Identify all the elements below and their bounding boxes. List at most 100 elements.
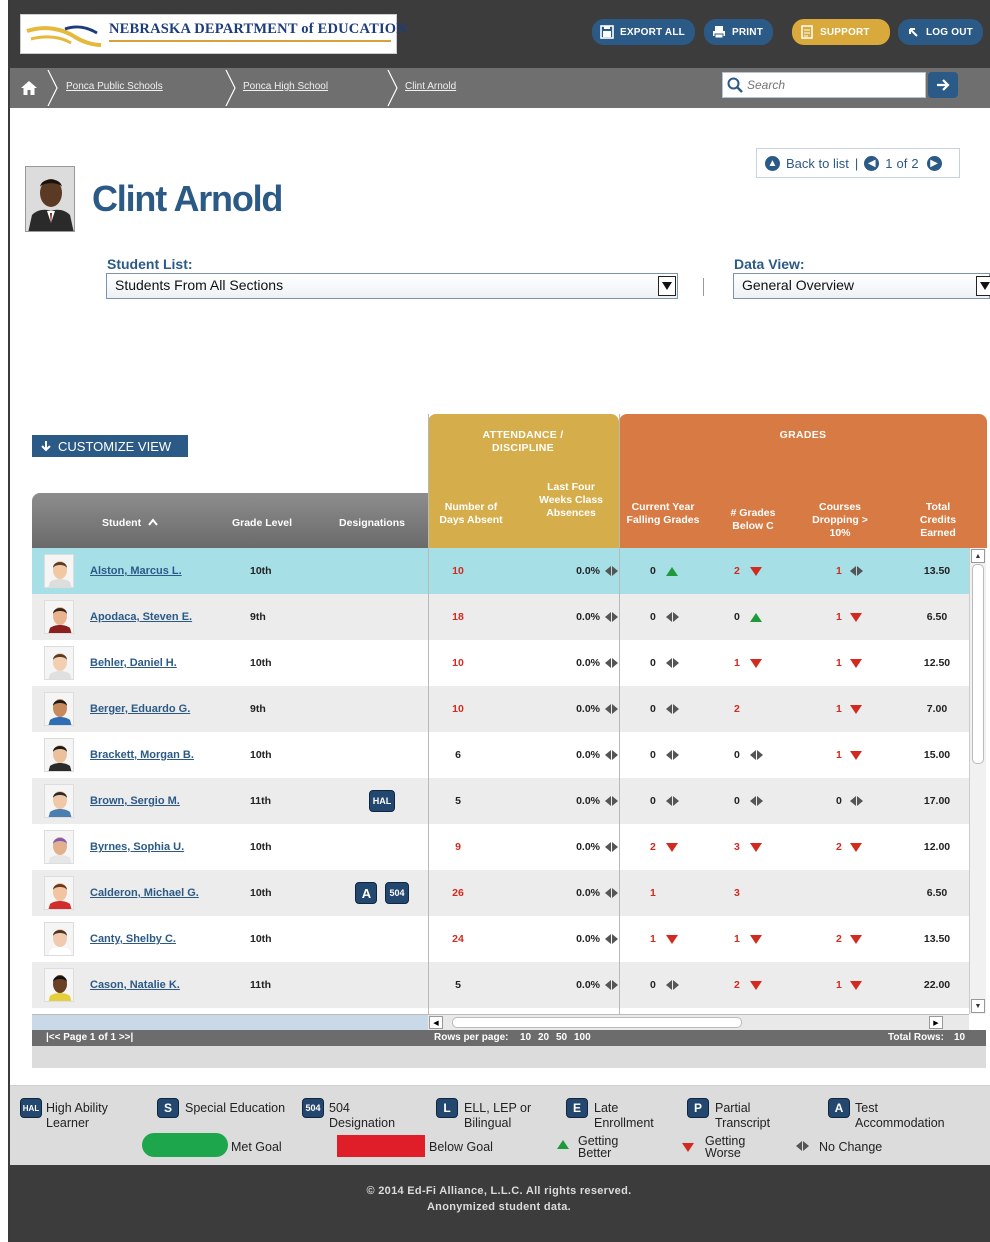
table-row[interactable]: Byrnes, Sophia U. 10th 9 0.0% 2 3 2 12.00: [32, 824, 969, 870]
below-c-cell-value: 3: [734, 887, 740, 899]
designation-badge[interactable]: HAL: [368, 790, 396, 812]
trend-down-icon: [849, 750, 862, 760]
column-header-courses-dropping[interactable]: Courses Dropping > 10%: [806, 501, 874, 540]
class-absences-cell-value: 0.0%: [576, 611, 600, 623]
column-header-days-absent[interactable]: Number of Days Absent: [438, 501, 504, 527]
column-header-class-absences[interactable]: Last Four Weeks Class Absences: [538, 481, 604, 520]
designations-cell: HAL: [332, 778, 432, 824]
back-to-list-link[interactable]: Back to list: [786, 156, 849, 171]
column-header-designations[interactable]: Designations: [330, 517, 414, 530]
table-row[interactable]: Calderon, Michael G. 10th A 504 26 0.0% 1 3 6.50: [32, 870, 969, 916]
below-c-cell: 3: [724, 870, 784, 916]
student-name-link[interactable]: Canty, Shelby C.: [90, 916, 176, 962]
support-label: SUPPORT: [820, 26, 870, 38]
trend-up-icon: [749, 612, 762, 622]
breadcrumb-school-link[interactable]: Ponca High School: [243, 81, 328, 92]
column-divider: [428, 414, 429, 1014]
anonymized-note: Anonymized student data.: [426, 1201, 572, 1213]
student-name-link[interactable]: Byrnes, Sophia U.: [90, 824, 184, 870]
class-absences-cell: 0.0%: [542, 916, 618, 962]
log-out-button[interactable]: LOG OUT: [898, 19, 983, 45]
rows-per-page-50[interactable]: 50: [556, 1032, 567, 1043]
table-row[interactable]: Berger, Eduardo G. 9th 10 0.0% 0 2 1 7.00: [32, 686, 969, 732]
no-change-icon: [796, 1141, 809, 1151]
avatar: [44, 784, 74, 818]
support-button[interactable]: SUPPORT: [792, 19, 890, 45]
arrow-left-circle-icon[interactable]: ◀: [864, 155, 880, 171]
export-all-button[interactable]: EXPORT ALL: [592, 19, 695, 45]
class-absences-cell-value: 0.0%: [576, 795, 600, 807]
table-row[interactable]: Cason, Natalie K. 11th 5 0.0% 0 2 1 22.00: [32, 962, 969, 1008]
student-name-link[interactable]: Berger, Eduardo G.: [90, 686, 190, 732]
log-out-label: LOG OUT: [926, 26, 973, 38]
table-row[interactable]: Alston, Marcus L. 10th 10 0.0% 0 2 1 13.50: [32, 548, 969, 594]
home-icon[interactable]: [20, 79, 38, 97]
column-header-grade-level[interactable]: Grade Level: [222, 517, 302, 530]
class-absences-cell-value: 0.0%: [576, 657, 600, 669]
table-row[interactable]: Canty, Shelby C. 10th 24 0.0% 1 1 2 13.50: [32, 916, 969, 962]
customize-view-button[interactable]: CUSTOMIZE VIEW: [32, 435, 188, 457]
student-name-link[interactable]: Brown, Sergio M.: [90, 778, 180, 824]
class-absences-cell: 0.0%: [542, 732, 618, 778]
student-name-link[interactable]: Cason, Natalie K.: [90, 962, 180, 1008]
table-row[interactable]: Brown, Sergio M. 11th HAL 5 0.0% 0 0 0 17.00: [32, 778, 969, 824]
data-view-dropdown-icon[interactable]: [976, 276, 990, 296]
page-navigator[interactable]: |<< Page 1 of 1 >>|: [46, 1032, 133, 1043]
scroll-left-icon[interactable]: ◀: [429, 1016, 443, 1029]
scroll-right-icon[interactable]: ▶: [929, 1016, 943, 1029]
arrow-right-circle-icon[interactable]: ▶: [926, 155, 942, 171]
document-icon: [800, 25, 814, 39]
student-list-dropdown-icon[interactable]: [658, 276, 676, 296]
print-button[interactable]: PRINT: [704, 19, 773, 45]
student-name-link[interactable]: Apodaca, Steven E.: [90, 594, 192, 640]
vertical-scroll-thumb[interactable]: [972, 564, 984, 764]
student-name-link[interactable]: Alston, Marcus L.: [90, 548, 182, 594]
column-header-student[interactable]: Student: [80, 517, 180, 530]
data-view-value: General Overview: [742, 277, 855, 293]
student-list-select[interactable]: Students From All Sections: [106, 273, 678, 299]
data-view-select[interactable]: General Overview: [733, 273, 990, 299]
column-header-credits-earned[interactable]: Total Credits Earned: [908, 501, 968, 540]
rows-per-page-20[interactable]: 20: [538, 1032, 549, 1043]
student-name-link[interactable]: Brackett, Morgan B.: [90, 732, 194, 778]
column-header-failing-grades[interactable]: Current Year Falling Grades: [626, 501, 700, 527]
search-submit-button[interactable]: [928, 72, 958, 98]
rows-per-page-10[interactable]: 10: [520, 1032, 531, 1043]
search-input[interactable]: [747, 76, 917, 94]
scroll-down-icon[interactable]: ▼: [971, 999, 985, 1013]
class-absences-cell-value: 0.0%: [576, 749, 600, 761]
no-change-label: No Change: [819, 1140, 883, 1154]
arrow-up-circle-icon[interactable]: ▲: [765, 155, 780, 171]
courses-dropping-cell: 1: [827, 962, 887, 1008]
failing-grades-cell-value: 2: [650, 841, 656, 853]
department-logo[interactable]: NEBRASKA DEPARTMENT of EDUCATION: [20, 14, 407, 54]
credits-earned-cell: 13.50: [923, 933, 951, 945]
vertical-scrollbar[interactable]: ▲ ▼: [969, 548, 986, 1014]
scroll-up-icon[interactable]: ▲: [971, 549, 985, 563]
designations-cell: [332, 686, 432, 732]
horizontal-scrollbar[interactable]: ◀ ▶: [428, 1014, 969, 1030]
student-name-link[interactable]: Calderon, Michael G.: [90, 870, 199, 916]
horizontal-scroll-thumb[interactable]: [452, 1017, 742, 1028]
record-navigator: ▲ Back to list | ◀ 1 of 2 ▶: [756, 148, 960, 178]
student-name-link[interactable]: Behler, Daniel H.: [90, 640, 177, 686]
breadcrumb-student-link[interactable]: Clint Arnold: [405, 81, 456, 92]
column-header-below-c[interactable]: # Grades Below C: [720, 507, 786, 533]
failing-grades-cell-value: 1: [650, 933, 656, 945]
grade-level-cell: 9th: [250, 703, 266, 715]
trend-down-icon: [849, 934, 862, 944]
student-list-value: Students From All Sections: [115, 277, 284, 293]
below-goal-label: Below Goal: [429, 1140, 493, 1154]
designation-badge[interactable]: A: [355, 882, 378, 904]
breadcrumb-district-link[interactable]: Ponca Public Schools: [66, 81, 163, 92]
table-row[interactable]: Behler, Daniel H. 10th 10 0.0% 0 1 1 12.50: [32, 640, 969, 686]
below-c-cell-value: 1: [734, 657, 740, 669]
designation-badge[interactable]: 504: [385, 882, 409, 904]
table-row[interactable]: Brackett, Morgan B. 10th 6 0.0% 0 0 1 15.00: [32, 732, 969, 778]
avatar: [44, 646, 74, 680]
table-row[interactable]: Apodaca, Steven E. 9th 18 0.0% 0 0 1 6.50: [32, 594, 969, 640]
days-absent-cell: 10: [428, 640, 488, 686]
credits-earned-cell: 15.00: [923, 749, 951, 761]
courses-dropping-cell: 2: [827, 824, 887, 870]
rows-per-page-100[interactable]: 100: [574, 1032, 591, 1043]
